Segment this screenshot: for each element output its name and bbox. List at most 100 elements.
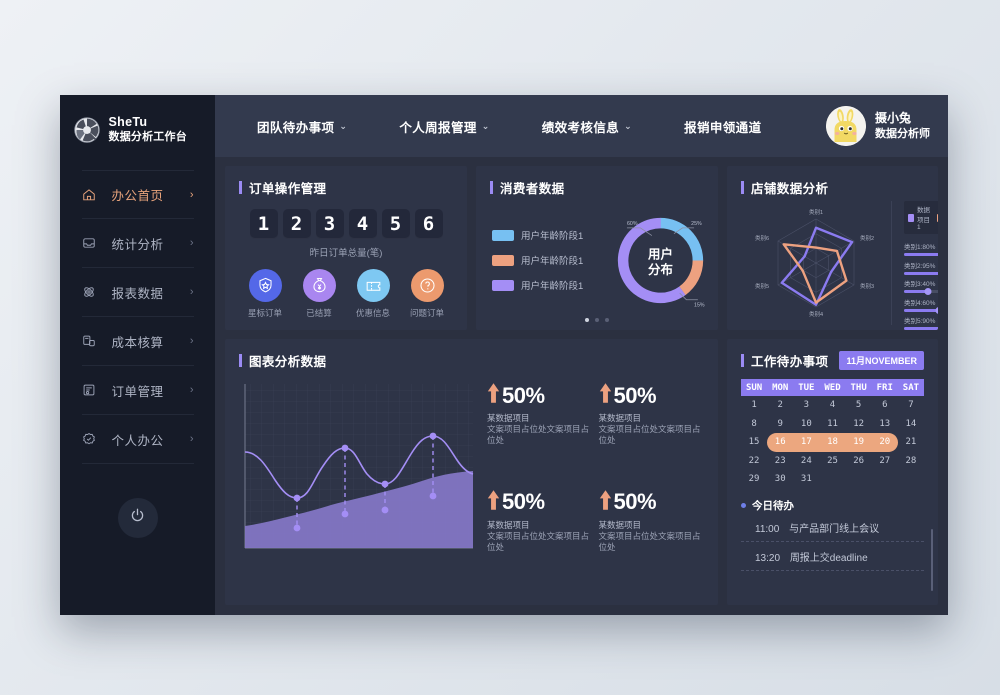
chevron-down-icon: ⌄ [481, 120, 490, 131]
calendar-day[interactable]: 28 [898, 452, 924, 471]
sidebar-item-personal[interactable]: 个人办公 › [81, 415, 194, 465]
calendar-day-highlighted[interactable]: 17 [793, 433, 820, 452]
stat-desc: 文案项目占位处文案项目占位处 [598, 530, 701, 552]
slider-track[interactable] [904, 253, 938, 256]
slider-knob[interactable] [924, 288, 932, 295]
sidebar-item-label: 报表数据 [111, 286, 164, 301]
quick-action-problem-orders[interactable]: 问题订单 [403, 269, 451, 319]
scrollbar-thumb[interactable] [931, 529, 933, 591]
slider-row[interactable]: 类别5:90% [904, 315, 938, 330]
sidebar-item-statistics[interactable]: 统计分析 › [81, 219, 194, 269]
calendar-day[interactable]: 15 [741, 433, 767, 452]
calendar-day[interactable]: 26 [846, 452, 872, 471]
menu-item-team-todo[interactable]: 团队待办事项 ⌄ [231, 117, 373, 136]
calendar-day[interactable]: 7 [898, 396, 924, 415]
slider-row[interactable]: 类别4:60% [904, 297, 938, 314]
calendar-day[interactable]: 13 [872, 415, 898, 434]
order-count-digits: 1 2 3 4 5 6 [239, 209, 453, 239]
calendar-day[interactable]: 27 [872, 452, 898, 471]
todo-section: 今日待办 11:00 与产品部门线上会议 13:20 周报上交deadline [741, 498, 924, 571]
calendar-day [898, 470, 924, 489]
calendar-day-highlighted[interactable]: 18 [819, 433, 846, 452]
calendar-day[interactable]: 12 [846, 415, 872, 434]
power-button[interactable] [117, 498, 158, 539]
carousel-dot[interactable] [605, 318, 609, 322]
slider-knob[interactable] [935, 306, 938, 314]
calendar-day[interactable]: 23 [767, 452, 793, 471]
menu-item-weekly-report[interactable]: 个人周报管理 ⌄ [373, 117, 515, 136]
slider-track[interactable] [904, 271, 938, 275]
user-profile[interactable]: 摄小兔 数据分析师 [826, 106, 948, 146]
stat-top: 50% [599, 382, 705, 409]
slider-row[interactable]: 类别2:95% [904, 260, 938, 275]
calendar-day[interactable]: 10 [793, 415, 819, 434]
main-area: 团队待办事项 ⌄ 个人周报管理 ⌄ 绩效考核信息 ⌄ 报销申领通道 摄小兔 数据… [215, 95, 948, 615]
calendar-day[interactable]: 21 [898, 433, 924, 452]
calendar-day[interactable]: 9 [767, 415, 793, 434]
stat-desc: 文案项目占位处文案项目占位处 [487, 424, 590, 446]
sidebar-item-home[interactable]: 办公首页 › [81, 170, 194, 220]
todo-item[interactable]: 13:20 周报上交deadline [741, 542, 924, 571]
slider-label: 类别5:90% [904, 318, 936, 325]
calendar-weekday-row: SUN MON TUE WED THU FRI SAT [741, 379, 924, 396]
slider-row[interactable]: 类别3:40% [904, 278, 938, 295]
todo-item[interactable]: 11:00 与产品部门线上会议 [741, 513, 924, 542]
calendar-day[interactable]: 1 [741, 396, 767, 415]
carousel-dot[interactable] [595, 318, 599, 322]
calendar-day-highlighted[interactable]: 19 [845, 433, 872, 452]
calendar-day[interactable]: 5 [846, 396, 872, 415]
sidebar-item-cost[interactable]: 成本核算 › [81, 317, 194, 367]
slider-label: 类别2:95% [904, 262, 936, 270]
calendar-day[interactable]: 8 [741, 415, 767, 434]
calendar-day [819, 470, 845, 489]
calendar-day[interactable]: 29 [741, 470, 767, 489]
sidebar-item-orders[interactable]: 订单管理 › [81, 366, 194, 416]
calendar-week-row: 22 23 24 25 26 27 28 [741, 452, 924, 471]
menu-item-reimbursement[interactable]: 报销申领通道 [658, 117, 787, 136]
calendar-day[interactable]: 30 [767, 470, 793, 489]
carousel-dot[interactable] [585, 318, 589, 322]
slider-track[interactable] [904, 327, 938, 330]
calendar-day[interactable]: 6 [872, 396, 898, 415]
calendar-day[interactable]: 25 [819, 452, 845, 471]
quick-action-star-orders[interactable]: 星标订单 [241, 269, 289, 319]
sidebar-item-reports[interactable]: 报表数据 › [81, 268, 194, 318]
weekday-header: TUE [793, 379, 820, 396]
menu-item-performance[interactable]: 绩效考核信息 ⌄ [516, 117, 658, 136]
legend-entry: 数据项目1 [908, 204, 931, 231]
user-role: 数据分析师 [875, 127, 930, 140]
calendar-day[interactable]: 2 [767, 396, 793, 415]
quick-action-settled[interactable]: 已结算 [295, 269, 343, 319]
calendar-day[interactable]: 3 [793, 396, 819, 415]
stat-top: 50% [487, 382, 593, 409]
stat-block: 50% 某数据项目 文案项目占位处文案项目占位处 [599, 489, 705, 594]
calendar-day[interactable]: 31 [793, 470, 819, 489]
slider-label: 类别4:60% [904, 299, 936, 307]
legend-entry: 用户年龄阶段1 [492, 278, 598, 292]
donut-label-60: 60% [627, 221, 638, 227]
slider-track[interactable] [904, 306, 938, 314]
month-badge[interactable]: 11月NOVEMBER [839, 351, 924, 370]
calendar-day[interactable]: 24 [793, 452, 819, 471]
weekday-header: SUN [741, 379, 768, 396]
calendar-day[interactable]: 22 [741, 452, 767, 471]
calendar-day[interactable]: 14 [898, 415, 924, 434]
quick-action-coupon[interactable]: 优惠信息 [349, 269, 397, 319]
chart-body: 50% 某数据项目 文案项目占位处文案项目占位处 50% 某数据项目 文案项目占… [239, 380, 704, 593]
carousel-dots[interactable] [476, 318, 718, 322]
calendar-day-highlighted[interactable]: 20 [871, 433, 898, 452]
radar-chart: 类别1 类别2 类别3 类别4 类别5 类别6 [741, 201, 891, 325]
radar-sliders-panel: 数据项目1 数据项目2 类别1:80% [891, 201, 938, 330]
stat-block: 50% 某数据项目 文案项目占位处文案项目占位处 [487, 489, 593, 594]
slider-row[interactable]: 类别1:80% [904, 241, 938, 256]
badge-check-icon [82, 432, 104, 446]
calendar-day-highlighted[interactable]: 16 [767, 433, 794, 452]
up-arrow-icon [599, 489, 612, 516]
power-icon [129, 507, 146, 529]
brand[interactable]: SheTu 数据分析工作台 [73, 115, 203, 144]
slider-track[interactable] [904, 288, 938, 295]
calendar-day[interactable]: 4 [819, 396, 845, 415]
calendar-day[interactable]: 11 [819, 415, 845, 434]
up-arrow-icon [487, 382, 500, 409]
donut-chart-area: 用户年龄阶段1 用户年龄阶段1 用户年龄阶段1 60% 25% 15% 用户 分… [490, 201, 705, 319]
